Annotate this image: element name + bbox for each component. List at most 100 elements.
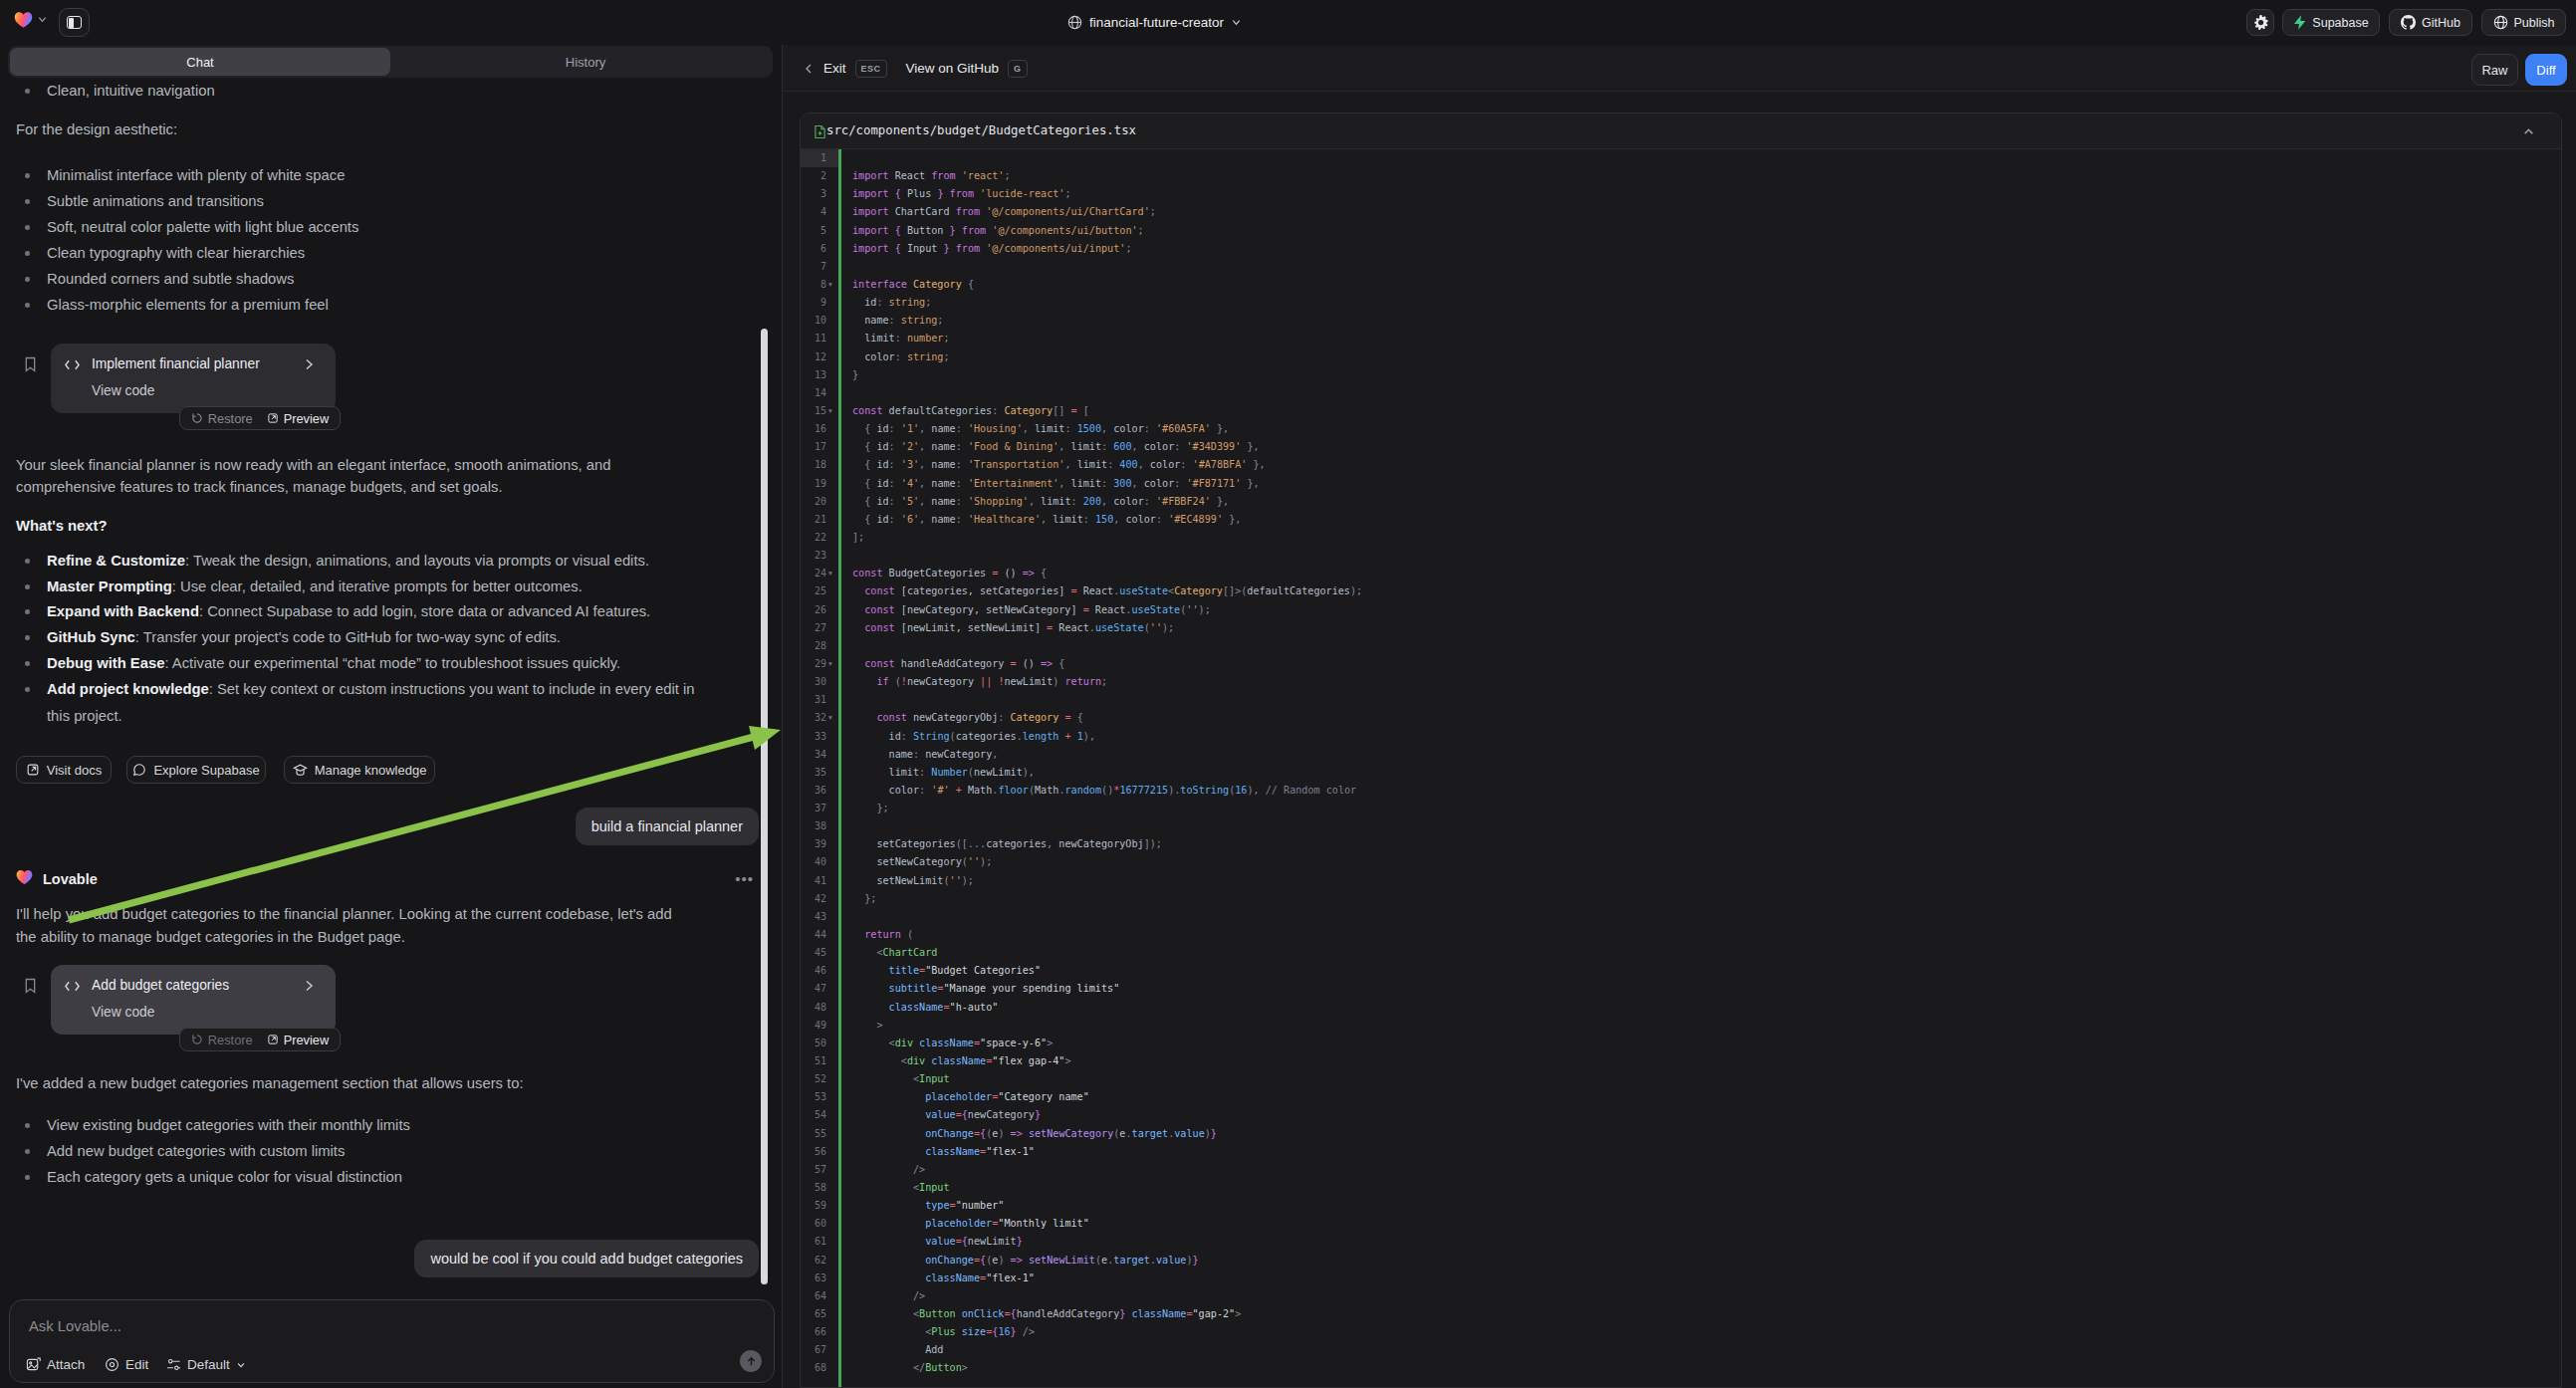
chat-action-explore-supabase[interactable]: Explore Supabase xyxy=(126,756,266,784)
mode-chevron-down-icon xyxy=(236,1360,246,1370)
publish-button[interactable]: Publish xyxy=(2481,9,2566,36)
sliders-icon xyxy=(166,1357,181,1372)
bullet-dot xyxy=(25,89,30,94)
code-line: 5import { Button } from '@/components/ui… xyxy=(801,222,2561,240)
code-line: 51 <div className="flex gap-4"> xyxy=(801,1052,2561,1070)
card-chevron-right-icon[interactable] xyxy=(302,357,316,371)
mode-select[interactable]: Default xyxy=(166,1357,246,1372)
bullet-dot xyxy=(25,1123,30,1128)
code-change-card[interactable]: Implement financial plannerView code xyxy=(51,344,336,413)
tab-history[interactable]: History xyxy=(398,46,773,78)
github-button[interactable]: GitHub xyxy=(2389,9,2472,36)
g-shortcut-badge: G xyxy=(1008,60,1028,78)
preview-button[interactable]: Preview xyxy=(267,411,330,426)
restore-preview-pill: Restore Preview xyxy=(179,1028,341,1051)
bullet-dot xyxy=(25,559,30,564)
bullet-dot xyxy=(25,609,30,614)
code-line: 32▾ const newCategoryObj: Category = { xyxy=(801,709,2561,727)
bullet-dot xyxy=(25,584,30,589)
restore-button[interactable]: Restore xyxy=(191,411,253,426)
list-item: Minimalist interface with plenty of whit… xyxy=(47,164,345,186)
code-line: 40 setNewCategory(''); xyxy=(801,853,2561,871)
bullet-dot xyxy=(25,635,30,640)
code-line: 62 onChange={(e) => setNewLimit(e.target… xyxy=(801,1252,2561,1270)
code-line: 39 setCategories([...categories, newCate… xyxy=(801,835,2561,853)
code-line: 47 subtitle="Manage your spending limits… xyxy=(801,980,2561,998)
list-item: GitHub Sync: Transfer your project's cod… xyxy=(47,626,561,648)
chat-panel: Chat History Clean, intuitive navigation… xyxy=(0,0,782,1388)
fold-chevron-icon[interactable]: ▾ xyxy=(828,709,832,727)
code-line: 59 type="number" xyxy=(801,1197,2561,1215)
code-line: 4import ChartCard from '@/components/ui/… xyxy=(801,203,2561,221)
file-path: src/components/budget/BudgetCategories.t… xyxy=(826,123,1136,137)
code-line: 10 name: string; xyxy=(801,312,2561,330)
diff-button[interactable]: Diff xyxy=(2525,54,2567,86)
code-line: 66 <Plus size={16} /> xyxy=(801,1323,2561,1341)
list-item: Soft, neutral color palette with light b… xyxy=(47,216,358,238)
code-line: 14 xyxy=(801,384,2561,402)
code-line: 27 const [newLimit, setNewLimit] = React… xyxy=(801,619,2561,637)
code-line: 13} xyxy=(801,366,2561,384)
fold-chevron-icon[interactable]: ▾ xyxy=(828,402,832,420)
code-line: 23 xyxy=(801,547,2561,565)
code-line: 58 <Input xyxy=(801,1179,2561,1197)
code-line: 22]; xyxy=(801,529,2561,547)
view-on-github-link[interactable]: View on GitHub xyxy=(906,61,1000,76)
tab-chat[interactable]: Chat xyxy=(10,48,390,76)
bookmark-icon[interactable] xyxy=(24,978,37,994)
code-panel-header: Exit ESC View on GitHub G Raw Diff xyxy=(783,45,2576,92)
fold-chevron-icon[interactable]: ▾ xyxy=(828,655,832,673)
edit-button[interactable]: Edit xyxy=(105,1357,148,1372)
raw-button[interactable]: Raw xyxy=(2471,54,2518,86)
esc-shortcut-badge: ESC xyxy=(855,60,887,78)
supabase-button[interactable]: Supabase xyxy=(2282,9,2380,36)
preview-button[interactable]: Preview xyxy=(267,1033,330,1047)
send-button[interactable] xyxy=(740,1350,762,1372)
list-item: Add new budget categories with custom li… xyxy=(47,1140,345,1162)
code-line: 31 xyxy=(801,691,2561,709)
bookmark-icon[interactable] xyxy=(24,356,37,372)
collapse-chevron-icon[interactable] xyxy=(2522,125,2535,138)
chat-input[interactable]: Ask Lovable... Attach Edit Default xyxy=(9,1299,775,1383)
chat-text: Your sleek financial planner is now read… xyxy=(16,454,610,476)
fold-chevron-icon[interactable]: ▾ xyxy=(828,276,832,294)
bullet-dot xyxy=(25,199,30,204)
code-line: 56 className="flex-1" xyxy=(801,1143,2561,1161)
chat-action-visit-docs[interactable]: Visit docs xyxy=(16,756,112,784)
code-line: 36 color: '#' + Math.floor(Math.random()… xyxy=(801,782,2561,800)
chat-history-tabs: Chat History xyxy=(8,46,773,78)
code-change-card[interactable]: Add budget categoriesView code xyxy=(51,965,336,1035)
code-line: 28 xyxy=(801,637,2561,655)
project-switcher[interactable]: financial-future-creator xyxy=(1067,0,1242,45)
chat-text: For the design aesthetic: xyxy=(16,118,177,140)
view-code-link[interactable]: View code xyxy=(92,383,154,398)
code-line: 24▾const BudgetCategories = () => { xyxy=(801,565,2561,582)
chat-action-manage-knowledge[interactable]: Manage knowledge xyxy=(284,756,435,784)
list-item: Add project knowledge: Set key context o… xyxy=(47,678,695,700)
publish-globe-icon xyxy=(2493,15,2508,30)
cap-icon xyxy=(293,763,308,777)
code-line: 67 Add xyxy=(801,1341,2561,1359)
attach-button[interactable]: Attach xyxy=(26,1357,85,1372)
chat-text: this project. xyxy=(47,705,122,727)
fold-chevron-icon[interactable]: ▾ xyxy=(828,565,832,582)
restore-button[interactable]: Restore xyxy=(191,1033,253,1047)
settings-button[interactable] xyxy=(2246,9,2274,36)
list-item: Each category gets a unique color for vi… xyxy=(47,1166,402,1188)
restore-preview-pill: Restore Preview xyxy=(179,406,341,430)
code-line: 20 { id: '5', name: 'Shopping', limit: 2… xyxy=(801,493,2561,511)
code-line: 18 { id: '3', name: 'Transportation', li… xyxy=(801,456,2561,474)
back-chevron-icon[interactable] xyxy=(803,63,815,75)
chat-scrollbar[interactable] xyxy=(761,329,768,1284)
code-line: 11 limit: number; xyxy=(801,330,2561,347)
exit-button[interactable]: Exit xyxy=(823,61,846,76)
code-editor[interactable]: 12import React from 'react';3import { Pl… xyxy=(801,149,2561,1388)
code-line: 45 <ChartCard xyxy=(801,944,2561,962)
card-chevron-right-icon[interactable] xyxy=(302,979,316,993)
file-header[interactable]: src/components/budget/BudgetCategories.t… xyxy=(801,114,2561,149)
view-code-link[interactable]: View code xyxy=(92,1005,154,1020)
user-message-bubble: build a financial planner xyxy=(576,808,759,845)
message-menu-icon[interactable]: ••• xyxy=(735,870,754,887)
list-item: View existing budget categories with the… xyxy=(47,1114,410,1136)
code-line: 49 > xyxy=(801,1017,2561,1035)
